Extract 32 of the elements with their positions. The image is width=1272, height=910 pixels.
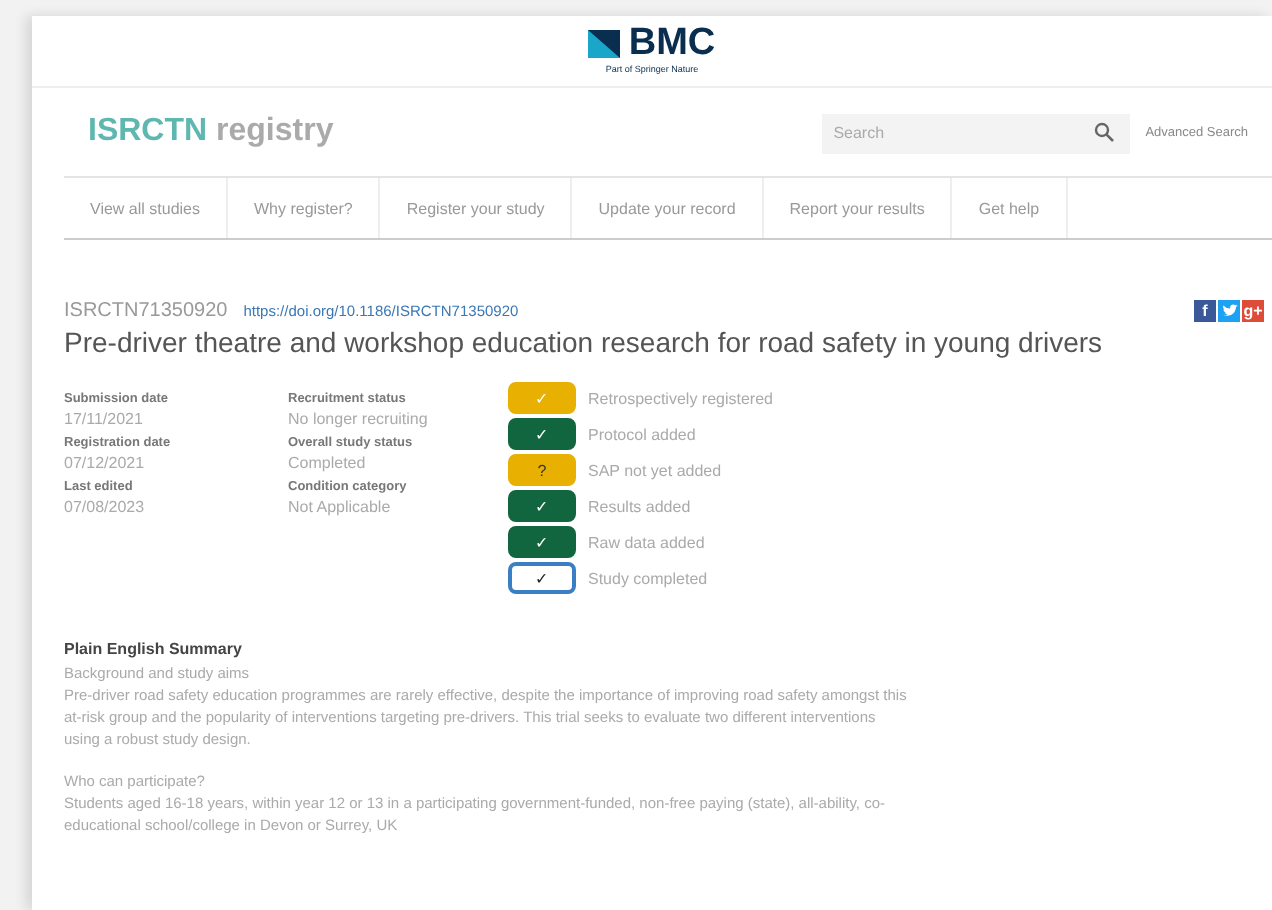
status-label: Raw data added [588, 533, 705, 551]
summary-heading: Plain English Summary [64, 638, 244, 662]
nav-item[interactable]: Why register? [228, 178, 381, 238]
detail-value: Completed [288, 452, 368, 474]
status-badge: ✓ [508, 490, 576, 522]
registry-logo[interactable]: ISRCTN registry [88, 114, 822, 150]
status-label: SAP not yet added [588, 461, 722, 479]
detail-value: 17/11/2021 [64, 408, 145, 430]
nav-item[interactable]: Register your study [380, 178, 573, 238]
nav-item[interactable]: Report your results [763, 178, 953, 238]
nav-item[interactable]: Update your record [572, 178, 764, 238]
status-badge: ✓ [508, 526, 576, 558]
status-label: Study completed [588, 569, 708, 587]
status-badge: ✓ [508, 562, 576, 594]
study-title: Pre-driver theatre and workshop education research for road safety in young drivers [64, 326, 1105, 358]
nav-item[interactable]: Get help [952, 178, 1068, 238]
status-label: Retrospectively registered [588, 389, 773, 407]
status-label: Protocol added [588, 425, 696, 443]
status-label: Results added [588, 497, 691, 515]
status-badge: ✓ [508, 418, 576, 450]
detail-value: 07/08/2023 [64, 496, 147, 518]
detail-value: 07/12/2021 [64, 452, 147, 474]
search-field[interactable]: Search [821, 113, 1130, 153]
status-badge: ? [508, 454, 576, 486]
status-badge: ✓ [508, 382, 576, 414]
share-button[interactable]: g+ [1242, 300, 1264, 322]
nav-item[interactable]: View all studies [64, 178, 228, 238]
detail-value: Not Applicable [288, 496, 393, 518]
share-button[interactable]: f [1194, 300, 1216, 322]
detail-value: No longer recruiting [288, 408, 430, 430]
publisher-name: BMC [628, 24, 716, 64]
study-id: ISRCTN71350920 [64, 300, 228, 322]
